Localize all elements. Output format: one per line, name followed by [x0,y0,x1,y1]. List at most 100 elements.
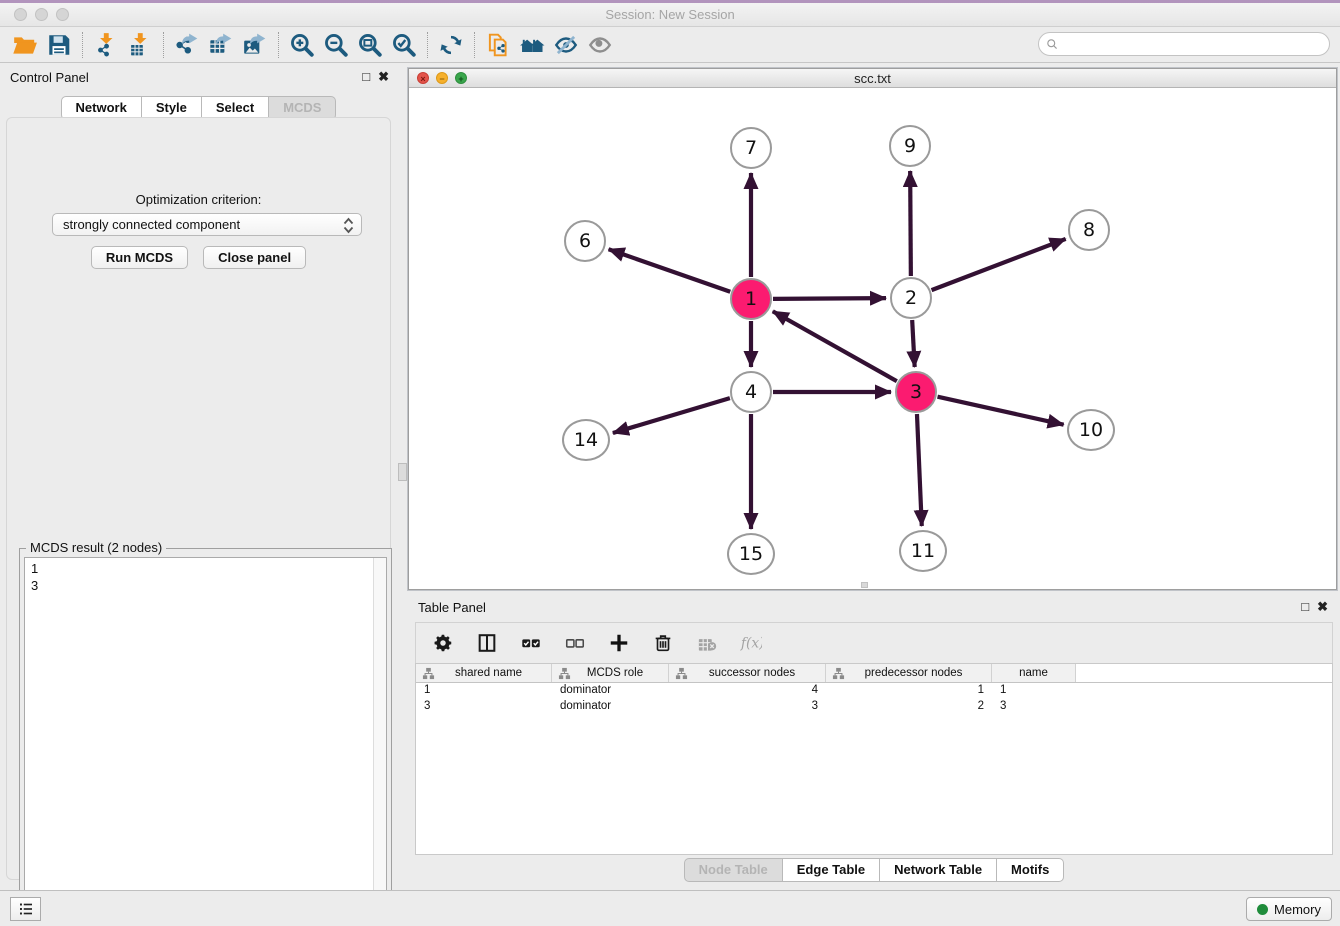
home-icon[interactable] [515,30,549,60]
export-table-icon[interactable] [204,30,238,60]
settings-gear-icon[interactable] [428,629,458,657]
edge-3-1[interactable] [773,311,897,381]
table-row[interactable]: 3dominator323 [416,699,1332,715]
toolbar-separator [474,32,475,58]
result-scrollbar[interactable] [373,558,386,920]
tab-edge-table[interactable]: Edge Table [783,858,880,882]
cell-predecessor-nodes[interactable]: 1 [826,683,992,699]
cell-name[interactable]: 3 [992,699,1076,715]
status-bar: Memory [0,890,1340,926]
graph-node-1[interactable]: 1 [730,278,772,320]
close-table-panel-icon[interactable]: ✖ [1317,599,1328,615]
column-header-predecessor-nodes[interactable]: predecessor nodes [826,664,992,682]
open-folder-icon[interactable] [8,30,42,60]
table-row[interactable]: 1dominator411 [416,683,1332,699]
close-panel-icon[interactable]: ✖ [378,69,389,85]
graph-node-7[interactable]: 7 [730,127,772,169]
search-input[interactable] [1060,37,1329,51]
cell-predecessor-nodes[interactable]: 2 [826,699,992,715]
network-view-title: scc.txt [409,71,1336,86]
cell-MCDS-role[interactable]: dominator [552,699,669,715]
cell-shared-name[interactable]: 3 [416,699,552,715]
import-network-icon[interactable] [89,30,123,60]
select-all-icon[interactable] [516,629,546,657]
graph-node-9[interactable]: 9 [889,125,931,167]
tree-icon [422,667,435,683]
optimization-criterion-label: Optimization criterion: [7,192,390,207]
task-history-button[interactable] [10,897,41,921]
panel-splitter[interactable] [397,63,408,890]
cell-shared-name[interactable]: 1 [416,683,552,699]
refresh-icon[interactable] [434,30,468,60]
tab-motifs[interactable]: Motifs [997,858,1064,882]
add-column-icon[interactable] [604,629,634,657]
split-panel-icon[interactable] [472,629,502,657]
network-canvas[interactable]: 7 9 6 8 1 2 4 3 14 10 15 11 [409,88,1336,589]
deselect-all-icon[interactable] [560,629,590,657]
graph-node-15[interactable]: 15 [727,533,775,575]
edge-2-3[interactable] [912,320,915,367]
zoom-out-icon[interactable] [319,30,353,60]
mcds-result-list[interactable]: 1 3 [24,557,387,921]
column-header-shared-name[interactable]: shared name [416,664,552,682]
graph-node-2[interactable]: 2 [890,277,932,319]
show-graphics-details-icon[interactable] [583,30,617,60]
mcds-action-buttons: Run MCDS Close panel [7,246,390,269]
export-image-icon[interactable] [238,30,272,60]
edge-1-6[interactable] [609,249,731,291]
toolbar-separator [427,32,428,58]
float-table-panel-icon[interactable]: □ [1301,599,1309,615]
graph-node-8[interactable]: 8 [1068,209,1110,251]
import-table-icon[interactable] [123,30,157,60]
edge-3-10[interactable] [937,397,1063,425]
cell-successor-nodes[interactable]: 3 [669,699,826,715]
cell-MCDS-role[interactable]: dominator [552,683,669,699]
zoom-selected-icon[interactable] [387,30,421,60]
float-panel-icon[interactable]: □ [362,69,370,85]
run-mcds-button[interactable]: Run MCDS [91,246,188,269]
svg-text:f(x): f(x) [740,636,762,652]
criterion-select[interactable]: strongly connected component [52,213,362,236]
tab-network-table[interactable]: Network Table [880,858,997,882]
table-panel: Table Panel □ ✖ f(x) shared nameMCDS rol… [408,596,1340,890]
criterion-value: strongly connected component [63,217,240,232]
graph-node-6[interactable]: 6 [564,220,606,262]
hide-graphics-details-icon[interactable] [549,30,583,60]
delete-table-icon [692,629,722,657]
close-panel-button[interactable]: Close panel [203,246,306,269]
duplicate-network-icon[interactable] [481,30,515,60]
edge-2-9[interactable] [910,171,911,276]
cell-name[interactable]: 1 [992,683,1076,699]
zoom-in-icon[interactable] [285,30,319,60]
graph-node-11[interactable]: 11 [899,530,947,572]
edge-3-11[interactable] [917,414,922,526]
tab-node-table[interactable]: Node Table [684,858,783,882]
view-resize-handle[interactable] [861,582,868,588]
graph-node-4[interactable]: 4 [730,371,772,413]
network-window-titlebar[interactable]: × − + scc.txt [409,69,1336,88]
column-header-successor-nodes[interactable]: successor nodes [669,664,826,682]
edge-2-8[interactable] [932,239,1066,290]
memory-button[interactable]: Memory [1246,897,1332,921]
memory-status-icon [1257,904,1268,915]
splitter-grip[interactable] [398,463,407,481]
search-box[interactable] [1038,32,1330,56]
zoom-fit-icon[interactable] [353,30,387,60]
mcds-tab-content: Optimization criterion: strongly connect… [6,117,391,880]
graph-node-14[interactable]: 14 [562,419,610,461]
column-header-name[interactable]: name [992,664,1076,682]
edge-4-14[interactable] [613,398,730,433]
graph-node-3[interactable]: 3 [895,371,937,413]
cell-successor-nodes[interactable]: 4 [669,683,826,699]
table-panel-title: Table Panel [418,600,486,615]
main-titlebar: Session: New Session [0,3,1340,27]
edge-1-2[interactable] [773,298,886,299]
toolbar-separator [163,32,164,58]
graph-node-10[interactable]: 10 [1067,409,1115,451]
column-header-MCDS-role[interactable]: MCDS role [552,664,669,682]
delete-column-icon[interactable] [648,629,678,657]
export-network-icon[interactable] [170,30,204,60]
tree-icon [832,667,845,683]
edges-layer [409,88,1336,589]
save-icon[interactable] [42,30,76,60]
